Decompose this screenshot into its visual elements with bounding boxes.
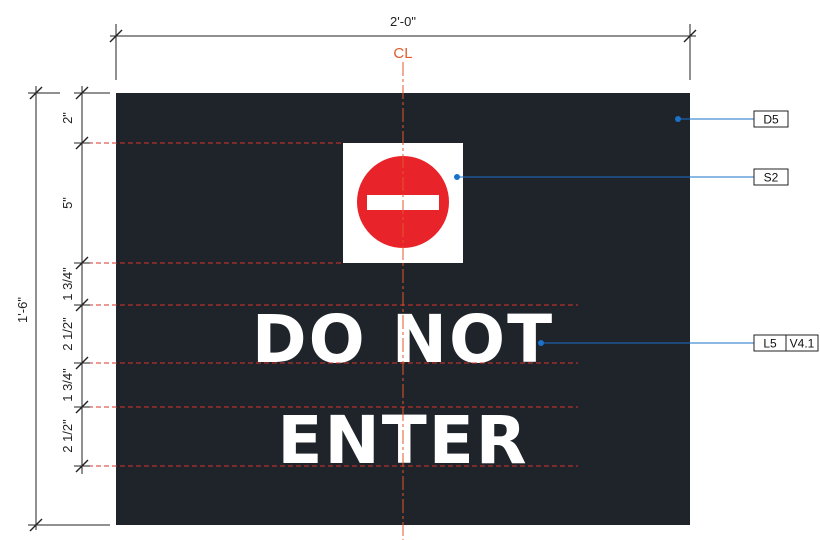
callout-tag-s2: S2 (764, 171, 779, 185)
callout-tag-d5: D5 (763, 113, 779, 127)
overall-height-dimension (28, 86, 110, 532)
callout-tag-l5: L5 (763, 337, 777, 351)
callout-d5: D5 (675, 110, 789, 128)
dimension-label-3: 1 3/4" (60, 267, 75, 301)
vertical-dimension-chain (74, 86, 110, 474)
dimension-label-6: 2 1/2" (60, 419, 75, 453)
dimension-label-2: 5" (60, 197, 75, 209)
sign-elevation-drawing: 2'-0" DO NOT ENTER CL 2" 5" 1 3/4" 2 1/2… (15, 14, 819, 540)
centerline-label: CL (393, 45, 412, 62)
dimension-label-5: 1 3/4" (60, 368, 75, 402)
dimension-label-1: 2" (60, 112, 75, 124)
width-dimension-label: 2'-0" (390, 14, 416, 29)
dimension-label-4: 2 1/2" (60, 317, 75, 351)
callout-tag-v41: V4.1 (790, 337, 815, 351)
height-dimension-label: 1'-6" (15, 297, 30, 323)
